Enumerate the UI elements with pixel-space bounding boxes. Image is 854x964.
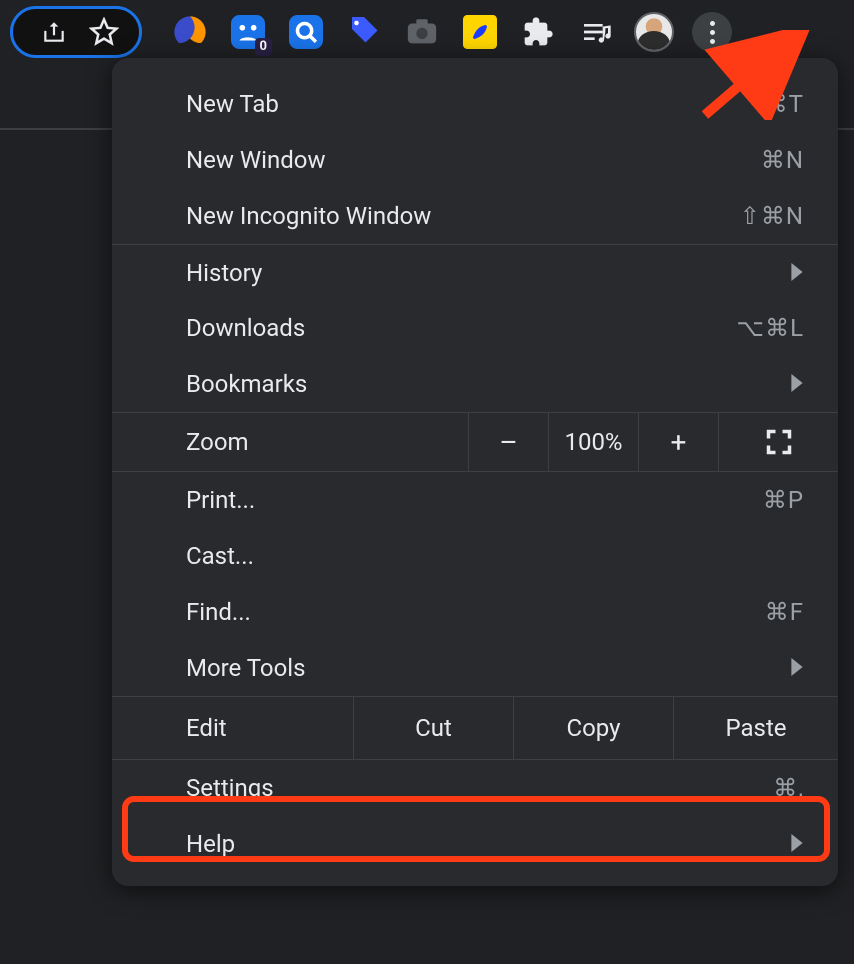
- menu-new-tab[interactable]: New Tab ⌘T: [112, 76, 838, 132]
- menu-cast[interactable]: Cast...: [112, 528, 838, 584]
- extension-icon-note[interactable]: [460, 12, 500, 52]
- chevron-right-icon: [790, 654, 804, 682]
- menu-label: New Incognito Window: [186, 202, 431, 230]
- menu-downloads[interactable]: Downloads ⌥⌘L: [112, 300, 838, 356]
- profile-avatar[interactable]: [634, 12, 674, 52]
- menu-label: History: [186, 259, 262, 287]
- menu-label: New Window: [186, 146, 325, 174]
- menu-more-tools[interactable]: More Tools: [112, 640, 838, 696]
- menu-label: More Tools: [186, 654, 306, 682]
- menu-label: Settings: [186, 774, 274, 802]
- edit-copy-button[interactable]: Copy: [513, 697, 673, 759]
- menu-shortcut: ⌘,: [773, 774, 804, 802]
- menu-shortcut: ⌘F: [765, 598, 804, 626]
- menu-edit-row: Edit Cut Copy Paste: [112, 696, 838, 760]
- menu-incognito[interactable]: New Incognito Window ⇧⌘N: [112, 188, 838, 244]
- chevron-right-icon: [790, 259, 804, 287]
- edit-paste-button[interactable]: Paste: [673, 697, 838, 759]
- menu-label: New Tab: [186, 90, 279, 118]
- menu-find[interactable]: Find... ⌘F: [112, 584, 838, 640]
- menu-label: Help: [186, 830, 235, 858]
- browser-menu: New Tab ⌘T New Window ⌘N New Incognito W…: [112, 58, 838, 886]
- bookmark-star-icon[interactable]: [89, 17, 119, 47]
- zoom-out-button[interactable]: –: [468, 413, 548, 471]
- extension-icon-2[interactable]: 0: [228, 12, 268, 52]
- menu-label: Zoom: [112, 413, 468, 471]
- menu-label: Print...: [186, 486, 255, 514]
- menu-settings[interactable]: Settings ⌘,: [112, 760, 838, 816]
- menu-label: Downloads: [186, 314, 305, 342]
- menu-label: Bookmarks: [186, 370, 307, 398]
- menu-shortcut: ⌥⌘L: [736, 314, 804, 342]
- menu-print[interactable]: Print... ⌘P: [112, 472, 838, 528]
- chevron-right-icon: [790, 370, 804, 398]
- zoom-value: 100%: [548, 413, 638, 471]
- extension-icon-3[interactable]: [286, 12, 326, 52]
- media-control-icon[interactable]: [576, 12, 616, 52]
- menu-label: Find...: [186, 598, 251, 626]
- menu-label: Edit: [112, 697, 353, 759]
- share-icon[interactable]: [41, 17, 67, 47]
- extensions-puzzle-icon[interactable]: [518, 12, 558, 52]
- omnibox-actions: [10, 6, 142, 58]
- edit-cut-button[interactable]: Cut: [353, 697, 513, 759]
- chevron-right-icon: [790, 830, 804, 858]
- menu-shortcut: ⌘N: [761, 146, 804, 174]
- menu-new-window[interactable]: New Window ⌘N: [112, 132, 838, 188]
- zoom-in-button[interactable]: +: [638, 413, 718, 471]
- more-menu-button[interactable]: [692, 12, 732, 52]
- menu-label: Cast...: [186, 542, 254, 570]
- browser-toolbar: 0: [0, 0, 854, 64]
- menu-shortcut: ⌘T: [764, 90, 804, 118]
- menu-bookmarks[interactable]: Bookmarks: [112, 356, 838, 412]
- extension-badge: 0: [255, 38, 272, 56]
- menu-shortcut: ⌘P: [763, 486, 804, 514]
- extension-icon-camera[interactable]: [402, 12, 442, 52]
- extension-icon-tag[interactable]: [344, 12, 384, 52]
- fullscreen-button[interactable]: [718, 413, 838, 471]
- extension-icon-1[interactable]: [170, 12, 210, 52]
- menu-shortcut: ⇧⌘N: [740, 202, 804, 230]
- menu-history[interactable]: History: [112, 244, 838, 300]
- menu-help[interactable]: Help: [112, 816, 838, 872]
- menu-zoom-row: Zoom – 100% +: [112, 412, 838, 472]
